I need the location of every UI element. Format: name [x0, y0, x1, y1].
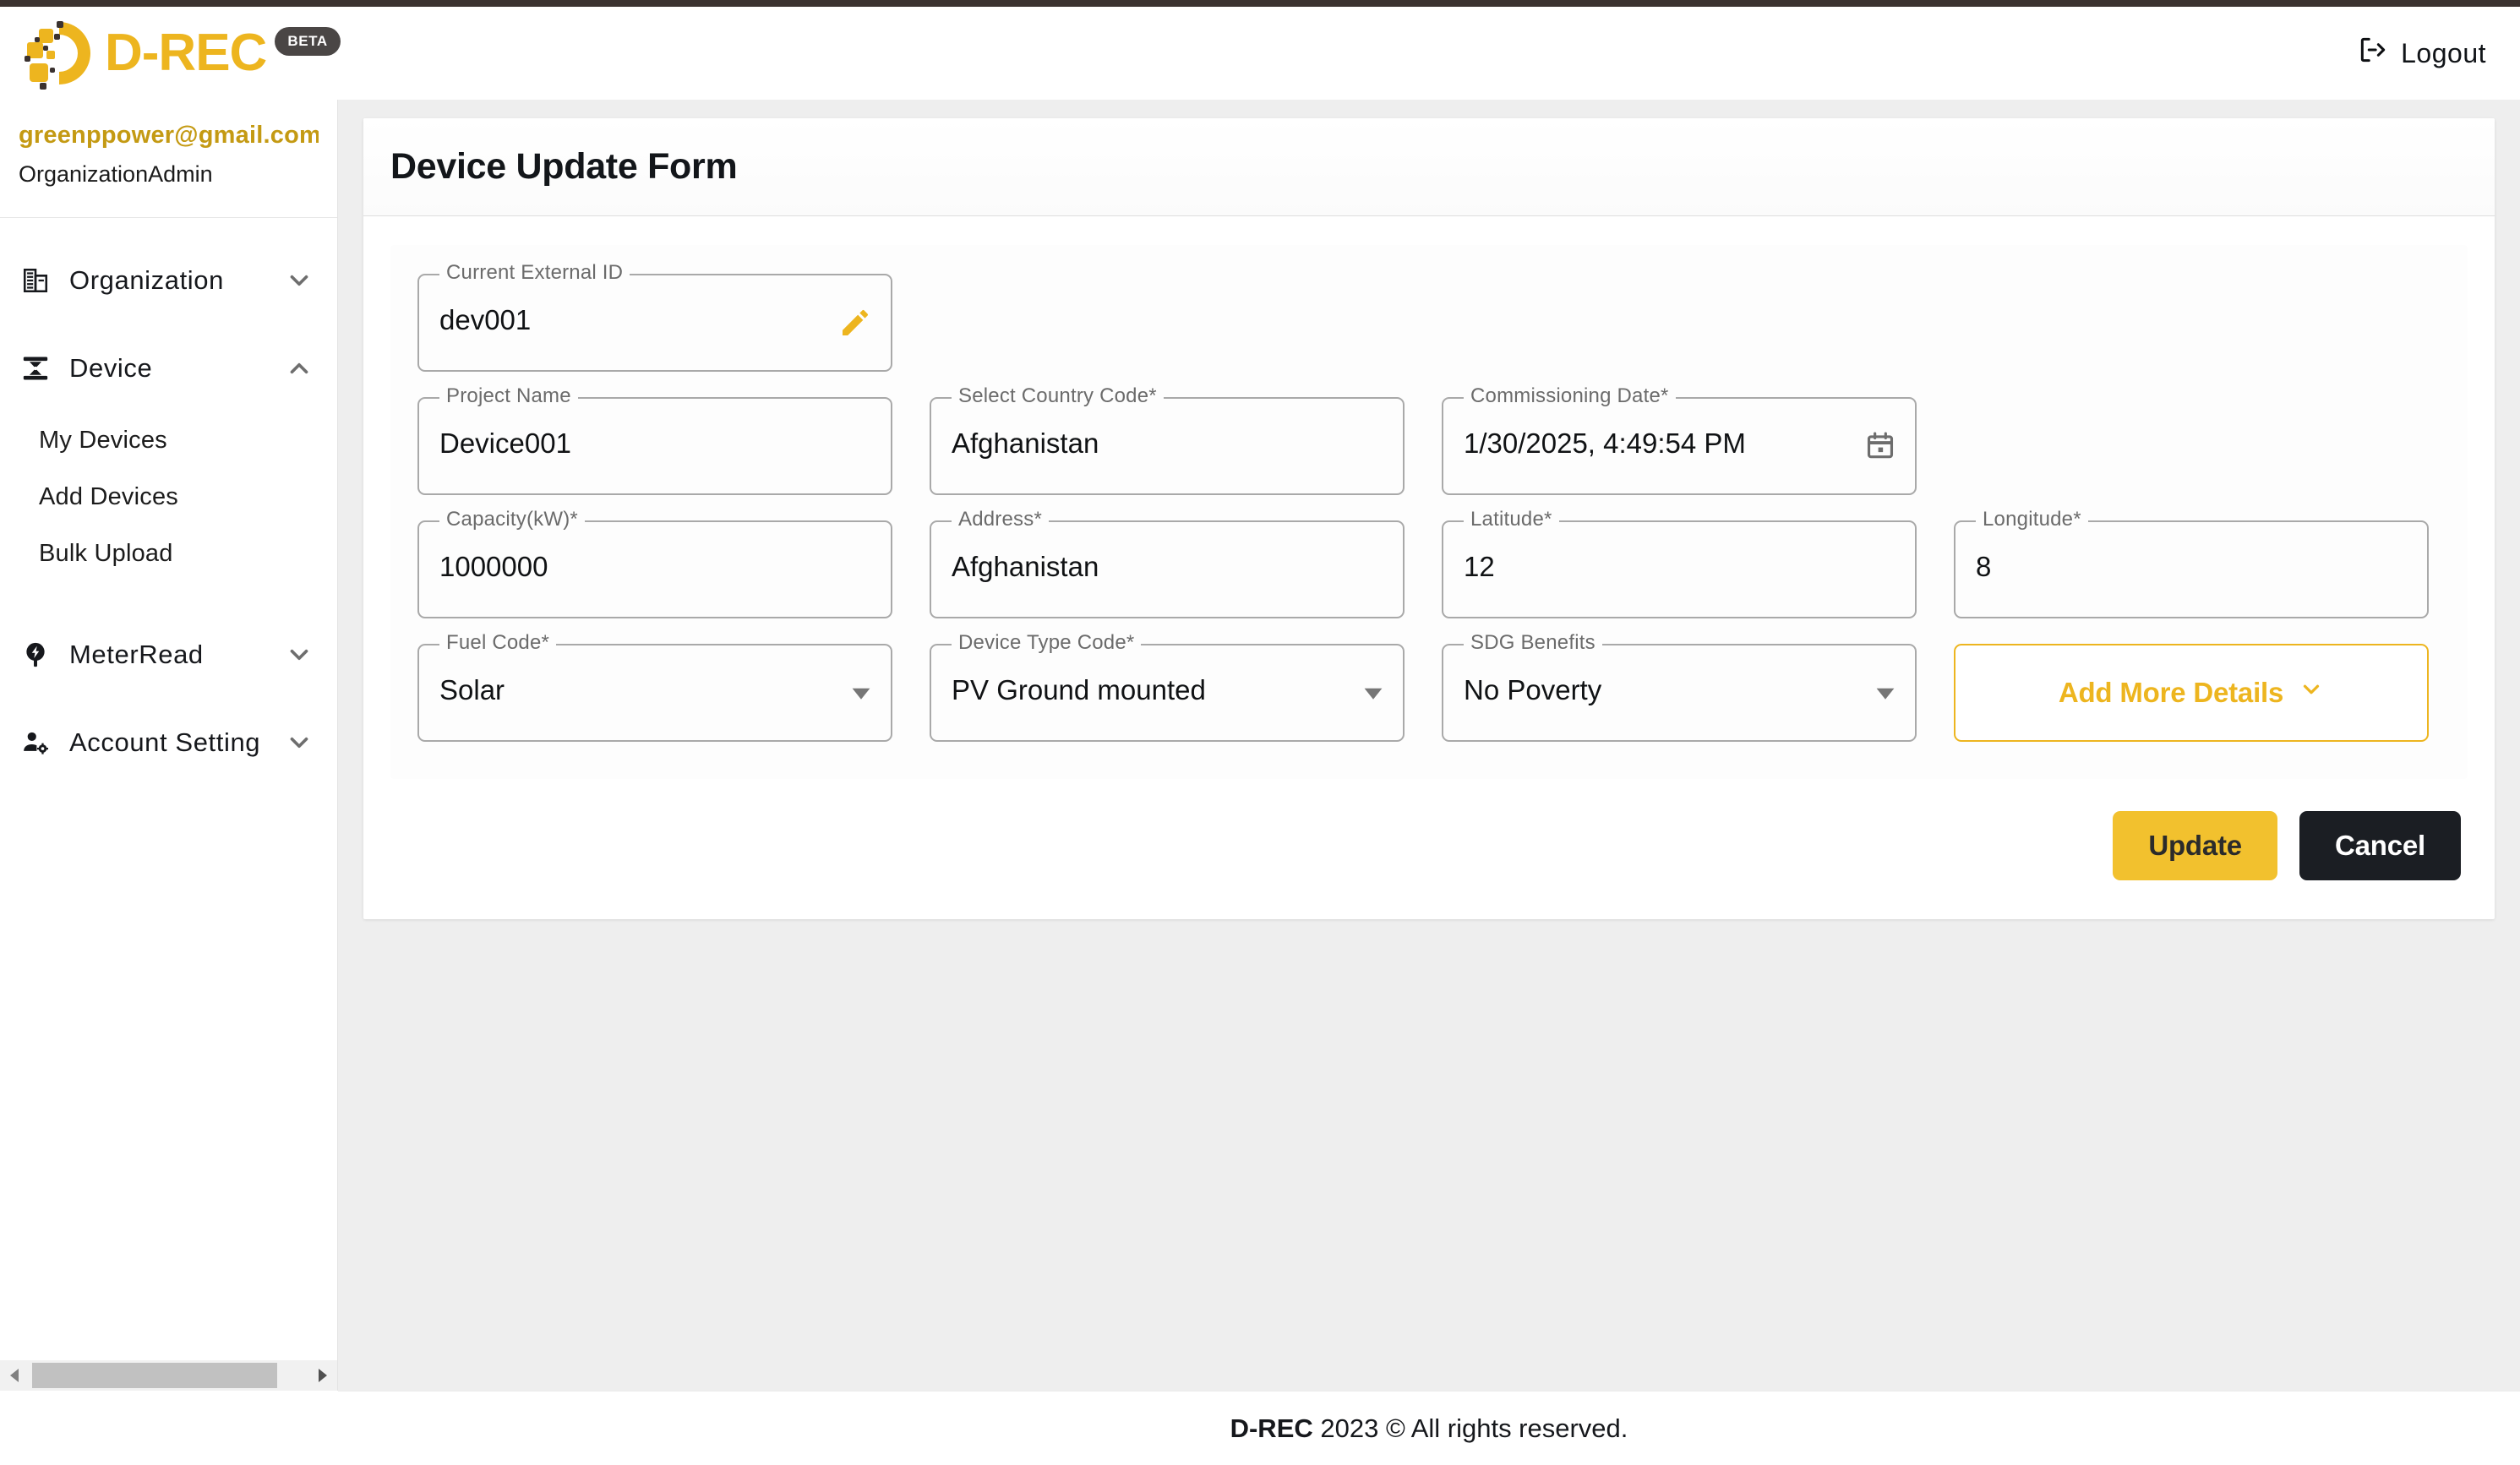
update-button[interactable]: Update [2113, 811, 2277, 880]
scroll-left-arrow-icon[interactable] [0, 1360, 30, 1391]
edit-pencil-icon[interactable] [838, 306, 872, 340]
field-label: Capacity(kW)* [439, 508, 585, 531]
user-role: OrganizationAdmin [19, 161, 213, 187]
field-value: 12 [1464, 551, 1495, 582]
logout-arrow-icon [2357, 34, 2389, 73]
dropdown-caret-icon[interactable] [1362, 682, 1384, 704]
field-label: Latitude* [1464, 508, 1559, 531]
form-actions: Update Cancel [363, 811, 2495, 919]
field-label: Device Type Code* [952, 631, 1142, 655]
dropdown-caret-icon[interactable] [850, 682, 872, 704]
form-row: Project Name Device001 Select Country Co… [417, 384, 2441, 495]
page-title: Device Update Form [390, 146, 738, 187]
capacity-field[interactable]: Capacity(kW)* 1000000 [417, 508, 892, 618]
sidebar: greenppower@gmail.com OrganizationAdmin … [0, 100, 338, 1391]
field-value: 1/30/2025, 4:49:54 PM [1464, 428, 1746, 459]
sidebar-item-label: Device [69, 353, 153, 383]
device-update-card: Device Update Form Current External ID d… [363, 118, 2495, 919]
sidebar-item-label: MeterRead [69, 640, 204, 669]
field-value: PV Ground mounted [952, 674, 1206, 705]
sidebar-item-label: Account Setting [69, 727, 261, 757]
beta-badge: BETA [275, 27, 341, 56]
field-label: Commissioning Date* [1464, 384, 1676, 408]
latitude-field[interactable]: Latitude* 12 [1442, 508, 1917, 618]
scrollbar-thumb[interactable] [32, 1363, 277, 1388]
logout-button[interactable]: Logout [2357, 34, 2486, 73]
chevron-down-icon[interactable] [285, 640, 314, 669]
user-info-block: greenppower@gmail.com OrganizationAdmin [0, 100, 337, 218]
drec-dots-logo-icon [20, 17, 101, 90]
brand-wordmark: D-REC [105, 24, 267, 82]
sidebar-item-bulk-upload[interactable]: Bulk Upload [39, 526, 337, 582]
project-name-field[interactable]: Project Name Device001 [417, 384, 892, 495]
sidebar-item-device[interactable]: Device [0, 343, 337, 394]
sidebar-item-add-devices[interactable]: Add Devices [39, 469, 337, 526]
organization-building-icon [19, 264, 52, 297]
country-code-field[interactable]: Select Country Code* Afghanistan [930, 384, 1405, 495]
sidebar-item-my-devices[interactable]: My Devices [39, 412, 337, 469]
add-more-details-label: Add More Details [2058, 677, 2284, 708]
chevron-down-icon [2299, 677, 2324, 709]
device-type-code-select[interactable]: Device Type Code* PV Ground mounted [930, 631, 1405, 742]
external-id-field[interactable]: Current External ID dev001 [417, 261, 892, 372]
sidebar-footer-spacer [0, 1391, 338, 1465]
device-form: Current External ID dev001 Project Name [363, 216, 2495, 811]
form-row: Current External ID dev001 [417, 261, 2441, 372]
field-value: 1000000 [439, 551, 548, 582]
chevron-down-icon[interactable] [285, 266, 314, 295]
field-label: Address* [952, 508, 1049, 531]
field-label: SDG Benefits [1464, 631, 1602, 655]
field-value: Solar [439, 674, 505, 705]
field-label: Longitude* [1976, 508, 2088, 531]
card-header: Device Update Form [363, 118, 2495, 216]
sidebar-horizontal-scrollbar[interactable] [0, 1360, 337, 1391]
sdg-benefits-select[interactable]: SDG Benefits No Poverty [1442, 631, 1917, 742]
field-label: Fuel Code* [439, 631, 557, 655]
cancel-button[interactable]: Cancel [2299, 811, 2461, 880]
field-value: 8 [1976, 551, 1992, 582]
scroll-right-arrow-icon[interactable] [307, 1360, 337, 1391]
field-value: Afghanistan [952, 428, 1099, 459]
sidebar-subnav-device: My Devices Add Devices Bulk Upload [0, 412, 337, 582]
address-field[interactable]: Address* Afghanistan [930, 508, 1405, 618]
app-footer: D-REC 2023 © All rights reserved. [338, 1391, 2520, 1465]
main-content: Device Update Form Current External ID d… [338, 100, 2520, 1391]
field-value: dev001 [439, 304, 532, 335]
footer-brand: D-REC [1230, 1413, 1313, 1443]
form-row: Fuel Code* Solar Device Type Code* PV Gr… [417, 631, 2441, 742]
footer-text: D-REC 2023 © All rights reserved. [1230, 1413, 1628, 1444]
sidebar-item-organization[interactable]: Organization [0, 255, 337, 306]
footer-copyright: 2023 © All rights reserved. [1312, 1413, 1628, 1443]
device-node-icon [19, 351, 52, 385]
top-accent-bar [0, 0, 2520, 7]
user-email: greenppower@gmail.com [19, 122, 319, 149]
add-more-details-button[interactable]: Add More Details [1954, 644, 2429, 742]
sidebar-nav: Organization Device My Devices Add Devic… [0, 218, 337, 768]
dropdown-caret-icon[interactable] [1874, 682, 1896, 704]
sidebar-item-account-setting[interactable]: Account Setting [0, 717, 337, 768]
field-value: No Poverty [1464, 674, 1602, 705]
calendar-icon[interactable] [1864, 430, 1896, 462]
commissioning-date-field[interactable]: Commissioning Date* 1/30/2025, 4:49:54 P… [1442, 384, 1917, 495]
brand-logo[interactable]: D-REC BETA [20, 17, 341, 90]
app-header: D-REC BETA Logout [0, 7, 2520, 100]
field-value: Afghanistan [952, 551, 1099, 582]
sidebar-item-meterread[interactable]: MeterRead [0, 629, 337, 680]
field-label: Project Name [439, 384, 578, 408]
field-label: Current External ID [439, 261, 630, 285]
account-gear-icon [19, 726, 52, 760]
field-value: Device001 [439, 428, 571, 459]
fuel-code-select[interactable]: Fuel Code* Solar [417, 631, 892, 742]
chevron-up-icon[interactable] [285, 354, 314, 383]
chevron-down-icon[interactable] [285, 728, 314, 757]
logout-label: Logout [2401, 37, 2486, 68]
meter-bolt-icon [19, 638, 52, 672]
sidebar-item-label: Organization [69, 265, 224, 295]
longitude-field[interactable]: Longitude* 8 [1954, 508, 2429, 618]
form-row: Capacity(kW)* 1000000 Address* Afghanist… [417, 508, 2441, 618]
field-label: Select Country Code* [952, 384, 1164, 408]
